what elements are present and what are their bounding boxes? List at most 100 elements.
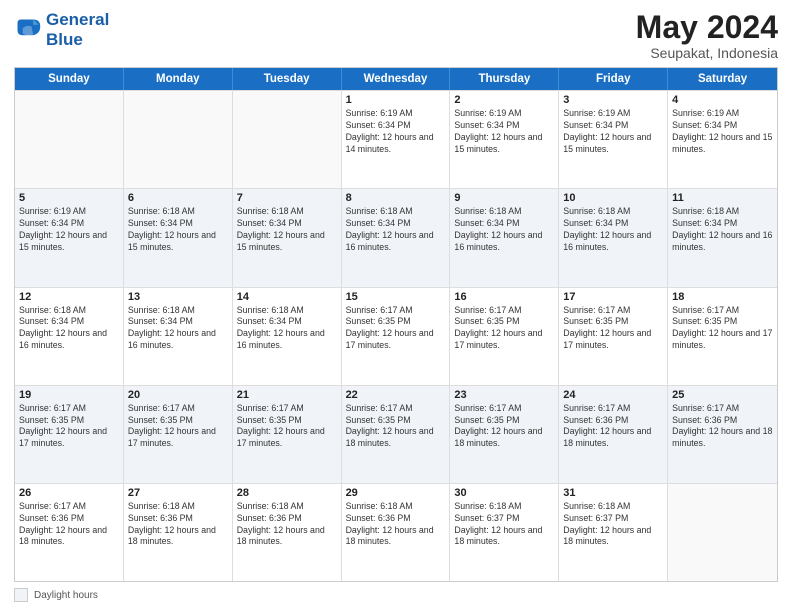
calendar-row-2: 12 Sunrise: 6:18 AM Sunset: 6:34 PM Dayli… [15, 287, 777, 385]
calendar-row-3: 19 Sunrise: 6:17 AM Sunset: 6:35 PM Dayli… [15, 385, 777, 483]
day-number: 11 [672, 192, 773, 204]
day-number: 5 [19, 192, 119, 204]
header-day-wednesday: Wednesday [342, 68, 451, 90]
calendar-cell: 6 Sunrise: 6:18 AM Sunset: 6:34 PM Daylig… [124, 189, 233, 286]
day-number: 23 [454, 389, 554, 401]
header-day-thursday: Thursday [450, 68, 559, 90]
calendar-cell: 19 Sunrise: 6:17 AM Sunset: 6:35 PM Dayli… [15, 386, 124, 483]
day-number: 31 [563, 487, 663, 499]
day-number: 15 [346, 291, 446, 303]
cell-info: Sunrise: 6:18 AM Sunset: 6:37 PM Dayligh… [563, 501, 663, 549]
day-number: 25 [672, 389, 773, 401]
calendar-cell: 11 Sunrise: 6:18 AM Sunset: 6:34 PM Dayli… [668, 189, 777, 286]
day-number: 22 [346, 389, 446, 401]
day-number: 7 [237, 192, 337, 204]
header: General Blue May 2024 Seupakat, Indonesi… [14, 10, 778, 61]
page: General Blue May 2024 Seupakat, Indonesi… [0, 0, 792, 612]
calendar-cell: 10 Sunrise: 6:18 AM Sunset: 6:34 PM Dayli… [559, 189, 668, 286]
logo: General Blue [14, 10, 109, 49]
footer-label: Daylight hours [34, 590, 98, 601]
calendar-cell: 16 Sunrise: 6:17 AM Sunset: 6:35 PM Dayli… [450, 288, 559, 385]
calendar-cell: 25 Sunrise: 6:17 AM Sunset: 6:36 PM Dayli… [668, 386, 777, 483]
calendar-cell: 26 Sunrise: 6:17 AM Sunset: 6:36 PM Dayli… [15, 484, 124, 581]
day-number: 9 [454, 192, 554, 204]
cell-info: Sunrise: 6:18 AM Sunset: 6:34 PM Dayligh… [237, 206, 337, 254]
day-number: 8 [346, 192, 446, 204]
cell-info: Sunrise: 6:17 AM Sunset: 6:36 PM Dayligh… [672, 403, 773, 451]
subtitle: Seupakat, Indonesia [636, 45, 778, 61]
calendar-cell: 17Sunrise: 6:17 AM Sunset: 6:35 PM Dayli… [559, 288, 668, 385]
day-number: 6 [128, 192, 228, 204]
calendar-cell: 31 Sunrise: 6:18 AM Sunset: 6:37 PM Dayli… [559, 484, 668, 581]
cell-info: Sunrise: 6:18 AM Sunset: 6:36 PM Dayligh… [128, 501, 228, 549]
calendar-cell [15, 91, 124, 188]
cell-info: Sunrise: 6:18 AM Sunset: 6:34 PM Dayligh… [454, 206, 554, 254]
cell-info: Sunrise: 6:17 AM Sunset: 6:35 PM Dayligh… [346, 403, 446, 451]
footer: Daylight hours [14, 588, 778, 602]
cell-info: Sunrise: 6:18 AM Sunset: 6:34 PM Dayligh… [128, 206, 228, 254]
calendar-header: SundayMondayTuesdayWednesdayThursdayFrid… [15, 68, 777, 90]
day-number: 17 [563, 291, 663, 303]
calendar-cell: 18Sunrise: 6:17 AM Sunset: 6:35 PM Dayli… [668, 288, 777, 385]
calendar-cell: 9 Sunrise: 6:18 AM Sunset: 6:34 PM Daylig… [450, 189, 559, 286]
day-number: 3 [563, 94, 663, 106]
cell-info: Sunrise: 6:18 AM Sunset: 6:34 PM Dayligh… [237, 305, 337, 353]
day-number: 12 [19, 291, 119, 303]
calendar-cell [668, 484, 777, 581]
cell-info: Sunrise: 6:19 AM Sunset: 6:34 PM Dayligh… [454, 108, 554, 156]
cell-info: Sunrise: 6:18 AM Sunset: 6:34 PM Dayligh… [672, 206, 773, 254]
day-number: 20 [128, 389, 228, 401]
calendar-cell: 4 Sunrise: 6:19 AM Sunset: 6:34 PM Daylig… [668, 91, 777, 188]
calendar-body: 1 Sunrise: 6:19 AM Sunset: 6:34 PM Daylig… [15, 90, 777, 581]
cell-info: Sunrise: 6:19 AM Sunset: 6:34 PM Dayligh… [563, 108, 663, 156]
header-day-sunday: Sunday [15, 68, 124, 90]
cell-info: Sunrise: 6:17 AM Sunset: 6:35 PM Dayligh… [19, 403, 119, 451]
calendar-cell: 2 Sunrise: 6:19 AM Sunset: 6:34 PM Daylig… [450, 91, 559, 188]
cell-info: Sunrise: 6:17 AM Sunset: 6:35 PM Dayligh… [454, 403, 554, 451]
header-day-saturday: Saturday [668, 68, 777, 90]
day-number: 14 [237, 291, 337, 303]
cell-info: Sunrise: 6:18 AM Sunset: 6:36 PM Dayligh… [237, 501, 337, 549]
day-number: 19 [19, 389, 119, 401]
day-number: 26 [19, 487, 119, 499]
day-number: 1 [346, 94, 446, 106]
calendar-cell: 20Sunrise: 6:17 AM Sunset: 6:35 PM Dayli… [124, 386, 233, 483]
header-day-monday: Monday [124, 68, 233, 90]
day-number: 10 [563, 192, 663, 204]
calendar-cell: 3 Sunrise: 6:19 AM Sunset: 6:34 PM Daylig… [559, 91, 668, 188]
logo-icon [14, 16, 42, 44]
cell-info: Sunrise: 6:19 AM Sunset: 6:34 PM Dayligh… [672, 108, 773, 156]
cell-info: Sunrise: 6:18 AM Sunset: 6:34 PM Dayligh… [346, 206, 446, 254]
calendar-cell: 13 Sunrise: 6:18 AM Sunset: 6:34 PM Dayli… [124, 288, 233, 385]
day-number: 18 [672, 291, 773, 303]
cell-info: Sunrise: 6:17 AM Sunset: 6:36 PM Dayligh… [19, 501, 119, 549]
day-number: 4 [672, 94, 773, 106]
calendar-cell: 22 Sunrise: 6:17 AM Sunset: 6:35 PM Dayli… [342, 386, 451, 483]
cell-info: Sunrise: 6:17 AM Sunset: 6:35 PM Dayligh… [454, 305, 554, 353]
cell-info: Sunrise: 6:18 AM Sunset: 6:34 PM Dayligh… [128, 305, 228, 353]
cell-info: Sunrise: 6:19 AM Sunset: 6:34 PM Dayligh… [19, 206, 119, 254]
main-title: May 2024 [636, 10, 778, 45]
title-block: May 2024 Seupakat, Indonesia [636, 10, 778, 61]
day-number: 30 [454, 487, 554, 499]
cell-info: Sunrise: 6:18 AM Sunset: 6:37 PM Dayligh… [454, 501, 554, 549]
day-number: 13 [128, 291, 228, 303]
cell-info: Sunrise: 6:17 AM Sunset: 6:35 PM Dayligh… [346, 305, 446, 353]
day-number: 21 [237, 389, 337, 401]
cell-info: Sunrise: 6:18 AM Sunset: 6:36 PM Dayligh… [346, 501, 446, 549]
day-number: 16 [454, 291, 554, 303]
calendar-row-1: 5 Sunrise: 6:19 AM Sunset: 6:34 PM Daylig… [15, 188, 777, 286]
calendar-cell [124, 91, 233, 188]
header-day-friday: Friday [559, 68, 668, 90]
day-number: 2 [454, 94, 554, 106]
cell-info: Sunrise: 6:17 AM Sunset: 6:36 PM Dayligh… [563, 403, 663, 451]
day-number: 29 [346, 487, 446, 499]
calendar-cell: 8 Sunrise: 6:18 AM Sunset: 6:34 PM Daylig… [342, 189, 451, 286]
calendar-cell: 1Sunrise: 6:19 AM Sunset: 6:34 PM Daylig… [342, 91, 451, 188]
calendar-cell [233, 91, 342, 188]
calendar-cell: 5 Sunrise: 6:19 AM Sunset: 6:34 PM Daylig… [15, 189, 124, 286]
day-number: 24 [563, 389, 663, 401]
calendar-cell: 23 Sunrise: 6:17 AM Sunset: 6:35 PM Dayli… [450, 386, 559, 483]
cell-info: Sunrise: 6:18 AM Sunset: 6:34 PM Dayligh… [563, 206, 663, 254]
header-day-tuesday: Tuesday [233, 68, 342, 90]
